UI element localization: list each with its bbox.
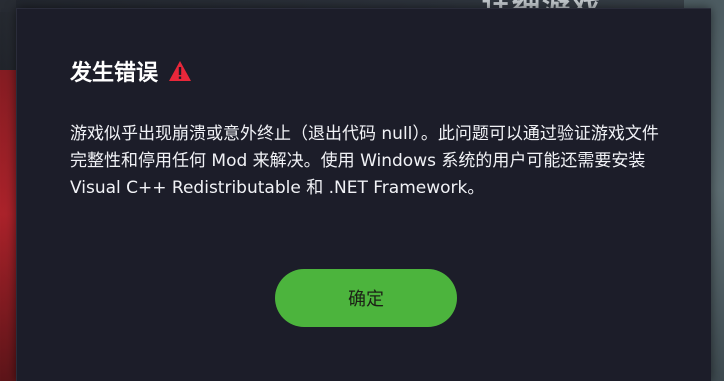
dialog-title: 发生错误 — [70, 61, 159, 86]
error-dialog: 发生错误 游戏似乎出现崩溃或意外终止（退出代码 null）。此问题可以通过验证游… — [16, 8, 711, 381]
warning-triangle-icon — [168, 60, 192, 82]
dialog-message: 游戏似乎出现崩溃或意外终止（退出代码 null）。此问题可以通过验证游戏文件完整… — [70, 124, 659, 198]
ok-button[interactable]: 确定 — [275, 269, 457, 327]
dialog-header: 发生错误 — [70, 55, 192, 87]
